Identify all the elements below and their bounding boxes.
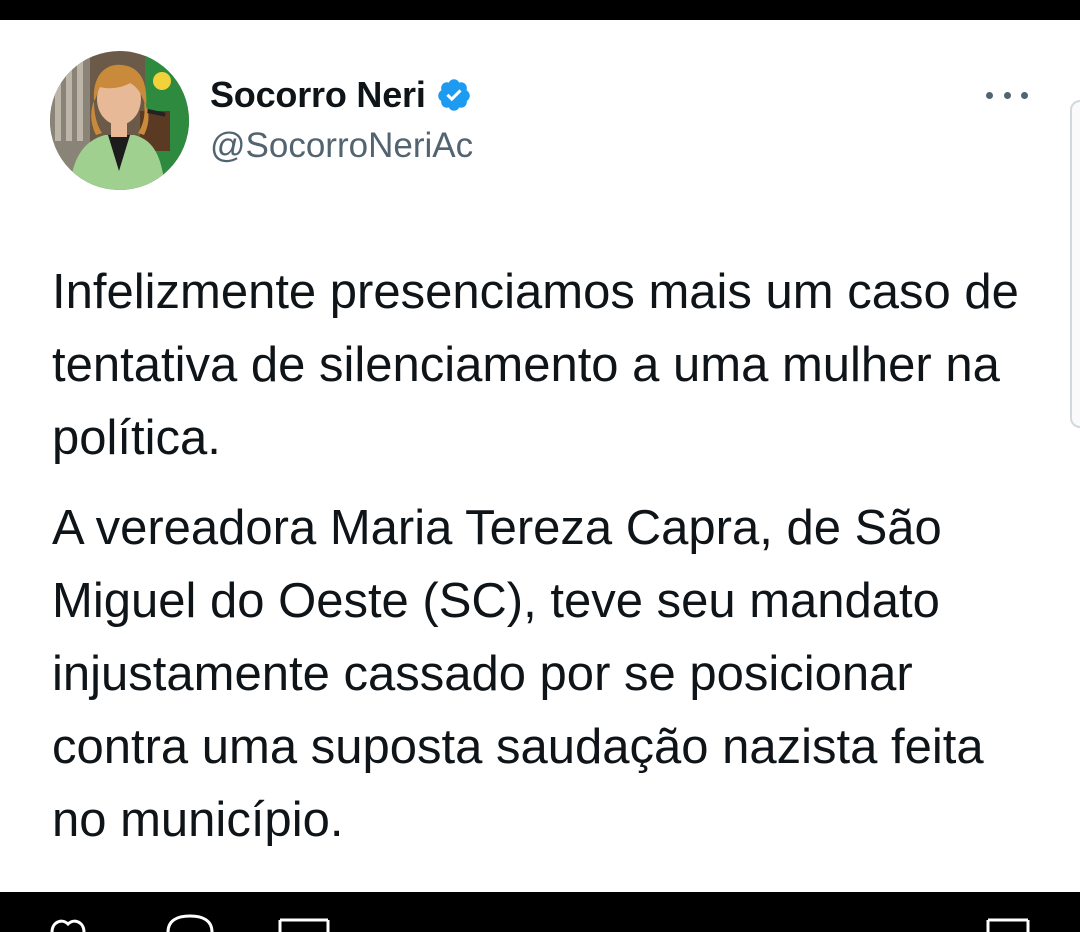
top-frame-bar: [0, 0, 1080, 20]
tweet-card: Socorro Neri @SocorroNeriAc Infelizmente…: [0, 20, 1080, 892]
retweet-icon[interactable]: [276, 912, 332, 932]
scroll-indicator[interactable]: [1070, 100, 1080, 428]
verified-badge-icon: [437, 79, 470, 111]
tweet-paragraph: Infelizmente presenciamos mais um caso d…: [52, 265, 1019, 465]
tweet-paragraph: A vereadora Maria Tereza Capra, de São M…: [52, 501, 984, 847]
share-icon[interactable]: [984, 912, 1032, 932]
author-name-row: Socorro Neri: [210, 74, 472, 116]
author-display-name[interactable]: Socorro Neri: [210, 74, 426, 116]
tweet-text: Infelizmente presenciamos mais um caso d…: [52, 256, 1042, 857]
more-dot: [1003, 91, 1011, 99]
heart-icon[interactable]: [46, 912, 102, 932]
action-bar: [0, 892, 1080, 932]
author-handle[interactable]: @SocorroNeriAc: [210, 126, 473, 166]
author-avatar[interactable]: [50, 51, 189, 190]
more-dot: [986, 91, 993, 99]
reply-icon[interactable]: [164, 912, 216, 932]
more-dot: [1021, 91, 1028, 99]
more-options-icon[interactable]: [986, 84, 1028, 106]
